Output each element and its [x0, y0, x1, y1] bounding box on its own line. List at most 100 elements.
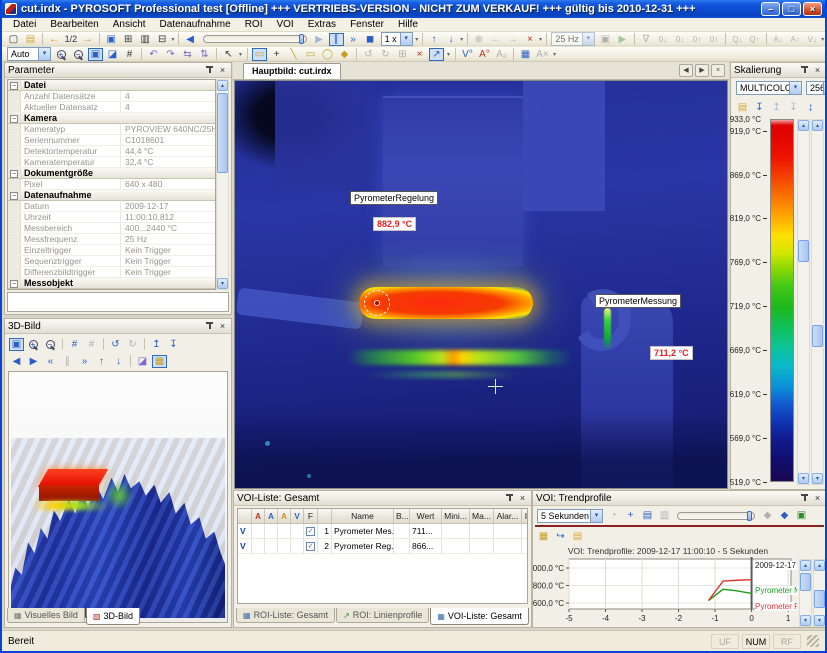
pin-icon[interactable]: [799, 65, 810, 76]
column-alar[interactable]: Alar...: [494, 509, 522, 523]
menu-item[interactable]: VOI: [269, 19, 300, 30]
voi-label-regelung[interactable]: PyrometerRegelung: [350, 191, 438, 205]
parameter-row[interactable]: Kameratyp PYROVIEW 640NC/25HZ/17 X13: [8, 124, 215, 135]
undo-icon[interactable]: ↺: [361, 48, 376, 61]
voi-table-row[interactable]: V ✓ 2 Pyrometer Reg... 866...: [238, 539, 527, 554]
toolbar-overflow-icon[interactable]: ▾: [460, 33, 464, 46]
fast-forward-icon[interactable]: »: [346, 33, 361, 46]
record-play-icon[interactable]: ▶: [615, 33, 630, 46]
trend-scrollbar-2[interactable]: ▴ ▾: [813, 559, 826, 627]
grid-icon[interactable]: #: [122, 48, 137, 61]
rotate-3d-right-icon[interactable]: ↻: [125, 338, 140, 351]
list-tab[interactable]: ▦ ROI-Liste: Gesamt: [236, 608, 335, 623]
parameter-row[interactable]: − Datei: [8, 80, 215, 91]
parameter-row[interactable]: − Messobjekt: [8, 278, 215, 289]
scaling-mode-combo[interactable]: Auto ▾: [7, 47, 51, 61]
parameter-row[interactable]: Seriennummer C1018601: [8, 135, 215, 146]
trend-zoom-in-icon[interactable]: +: [623, 509, 638, 522]
collapse-icon[interactable]: −: [10, 280, 18, 288]
print-icon[interactable]: ▥: [138, 33, 153, 46]
scroll-up-icon[interactable]: ▴: [812, 120, 823, 131]
scroll-up-icon[interactable]: ▴: [800, 560, 811, 571]
scale-min-down-icon[interactable]: ↧: [752, 101, 767, 114]
zero-trigger-up2-icon[interactable]: 0↑: [706, 33, 721, 46]
trend-scroll-slider[interactable]: [677, 512, 755, 520]
menu-item[interactable]: Fenster: [343, 19, 391, 30]
parameter-row[interactable]: − Dokumentgröße: [8, 168, 215, 179]
close-panel-icon[interactable]: ×: [217, 321, 228, 332]
forward-icon[interactable]: »: [77, 355, 92, 368]
playback-slider-thumb[interactable]: [299, 34, 304, 44]
skalierung-panel-header[interactable]: Skalierung ×: [731, 63, 826, 78]
scroll-up-icon[interactable]: ▴: [814, 560, 825, 571]
menu-item[interactable]: Hilfe: [391, 19, 425, 30]
roi-copy-icon[interactable]: ⊞: [395, 48, 410, 61]
bild3d-view[interactable]: [8, 371, 228, 623]
title-bar[interactable]: cut.irdx - PYROSOFT Professional test [O…: [2, 0, 825, 18]
scroll-down-icon[interactable]: ▾: [812, 473, 823, 484]
scroll-up-icon[interactable]: ▴: [798, 120, 809, 131]
parameter-row[interactable]: Sequenztrigger Kein Trigger: [8, 256, 215, 267]
scroll-thumb[interactable]: [814, 590, 825, 608]
voi-label-icon[interactable]: V°: [460, 48, 475, 61]
down-3d-icon[interactable]: ↓: [111, 355, 126, 368]
grid-3d-icon[interactable]: #: [67, 338, 82, 351]
full-scale-icon[interactable]: ↨: [820, 101, 827, 114]
close-panel-icon[interactable]: ×: [217, 65, 228, 76]
roi-polygon-icon[interactable]: ◆: [337, 48, 352, 61]
alarm-sub-icon[interactable]: A₂: [494, 48, 509, 61]
parameter-row[interactable]: Detektortemperatur 44,4 °C: [8, 146, 215, 157]
close-view-icon[interactable]: ×: [522, 33, 537, 46]
scroll-down-icon[interactable]: ▾: [798, 473, 809, 484]
color-scale-bar[interactable]: [770, 119, 794, 482]
grid2-3d-icon[interactable]: #: [84, 338, 99, 351]
detach-left-icon[interactable]: ←: [488, 33, 503, 46]
flip-horizontal-icon[interactable]: ⇆: [180, 48, 195, 61]
scale-min-scrollbar[interactable]: ▴ ▾: [811, 119, 824, 485]
voi-down-icon[interactable]: V↓: [805, 33, 820, 46]
palette-dropdown-icon[interactable]: ▾: [789, 82, 801, 94]
menu-item[interactable]: Extras: [301, 19, 343, 30]
scroll-thumb[interactable]: [798, 240, 809, 262]
alarm-sort-icon[interactable]: A: [252, 509, 265, 523]
parameter-row[interactable]: Pixel 640 x 480: [8, 179, 215, 190]
sequence-down-icon[interactable]: Q↓: [730, 33, 745, 46]
voi-table-header[interactable]: A A A V F Name B... Wert Mini... Ma... A…: [238, 509, 527, 524]
palette-combo[interactable]: MULTICOLOR ▾: [736, 81, 802, 95]
alarm-label-icon[interactable]: A°: [477, 48, 492, 61]
zoom-out-3d-icon[interactable]: −: [43, 338, 58, 351]
trend-properties-icon[interactable]: ◆: [777, 509, 792, 522]
close-panel-icon[interactable]: ×: [812, 65, 823, 76]
trend-color-icon[interactable]: ▦: [536, 530, 551, 543]
alarm-up-icon[interactable]: A↑: [788, 33, 803, 46]
levels-combo[interactable]: 256 ▾: [806, 81, 827, 95]
scale-max-down-icon[interactable]: ↧: [786, 101, 801, 114]
raise-3d-icon[interactable]: ↥: [149, 338, 164, 351]
parameter-row[interactable]: Uhrzeit 11:00:10,812: [8, 212, 215, 223]
frequency-dropdown-icon[interactable]: ▾: [582, 33, 594, 45]
resize-grip[interactable]: [807, 635, 819, 647]
texture-icon[interactable]: ▦: [152, 355, 167, 368]
alarm-down-icon[interactable]: A↓: [771, 33, 786, 46]
zero-trigger-up-icon[interactable]: 0↑: [689, 33, 704, 46]
roi-rectangle-icon[interactable]: ▭: [303, 48, 318, 61]
snapshot-icon[interactable]: ◪: [135, 355, 150, 368]
parameter-panel-header[interactable]: Parameter ×: [5, 63, 231, 78]
fit-window-icon[interactable]: ▣: [88, 48, 103, 61]
collapse-icon[interactable]: −: [10, 192, 18, 200]
zero-trigger-down2-icon[interactable]: 0↓: [672, 33, 687, 46]
parameter-row[interactable]: Messfrequenz 25 Hz: [8, 234, 215, 245]
interval-combo[interactable]: 5 Sekunden ▾: [537, 509, 603, 523]
parameter-row[interactable]: − Kamera: [8, 113, 215, 124]
toolbar-overflow-icon[interactable]: ▾: [415, 33, 419, 46]
trend-jump-icon[interactable]: ↪: [553, 530, 568, 543]
rotate-right-icon[interactable]: ↷: [163, 48, 178, 61]
parameter-row[interactable]: Differenzbildtrigger Kein Trigger: [8, 267, 215, 278]
tab-close-icon[interactable]: ×: [711, 64, 725, 77]
column-b[interactable]: B...: [394, 509, 410, 523]
redo-icon[interactable]: ↻: [378, 48, 393, 61]
roi-delete-icon[interactable]: ×: [412, 48, 427, 61]
voi-label-messung[interactable]: PyrometerMessung: [595, 294, 681, 308]
detach-right-icon[interactable]: →: [505, 33, 520, 46]
scale-max-scrollbar[interactable]: ▴ ▾: [797, 119, 810, 485]
